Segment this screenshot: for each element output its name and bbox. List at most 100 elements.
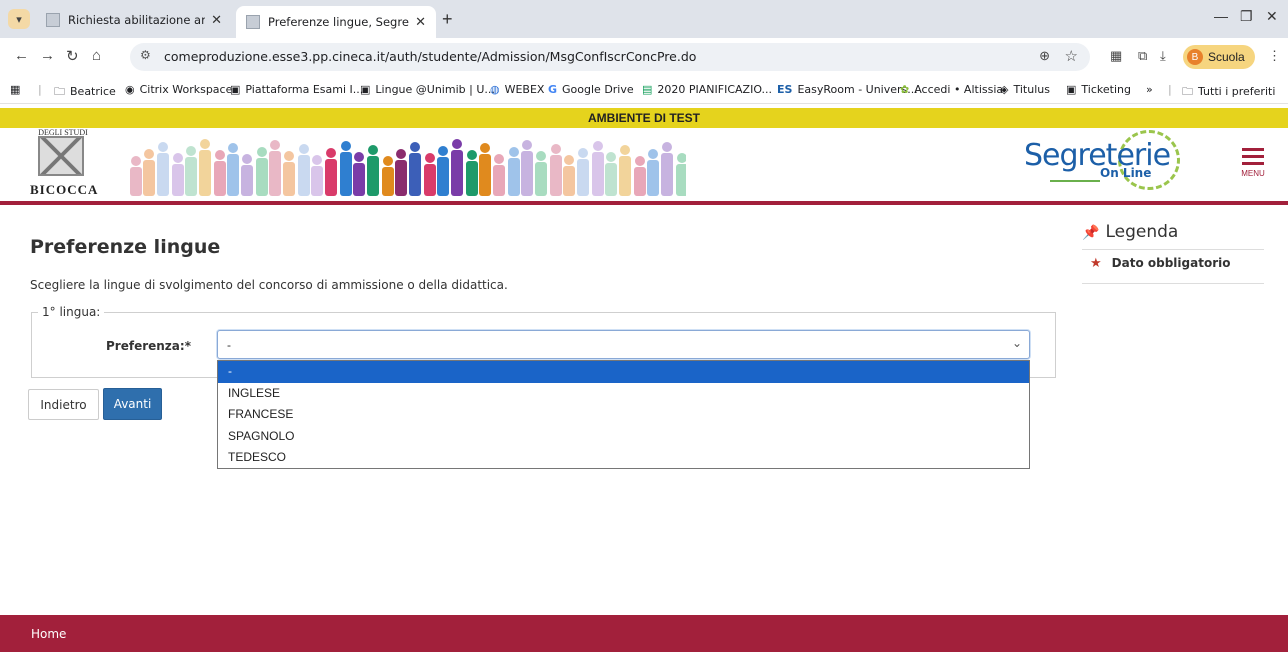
bookmark-item[interactable]: ◍ WEBEX (490, 83, 544, 96)
logo-bottom-text: BICOCCA (30, 182, 99, 197)
address-bar[interactable]: ⚙ comeproduzione.esse3.pp.cineca.it/auth… (130, 43, 1090, 71)
dropdown-option[interactable]: - (218, 361, 1029, 383)
apps-grid-icon[interactable]: ▦ (10, 83, 20, 96)
dropdown-option[interactable]: TEDESCO (218, 447, 1029, 469)
dropdown-option[interactable]: INGLESE (218, 383, 1029, 405)
bookmark-item[interactable]: ◈ Titulus (1000, 83, 1050, 96)
person-silhouette-icon (619, 145, 631, 196)
minimize-icon[interactable]: — (1214, 8, 1228, 24)
person-silhouette-icon (241, 154, 253, 196)
bookmark-item[interactable]: ▣ Piattaforma Esami I... (230, 83, 363, 96)
person-silhouette-icon (227, 143, 239, 196)
chevron-down-icon: ⌄ (1011, 336, 1022, 350)
person-silhouette-icon (353, 152, 365, 196)
sheets-icon: ▤ (642, 83, 653, 96)
browser-tabstrip: ▾ Richiesta abilitazione area test ✕ Pre… (0, 0, 1288, 38)
extensions-icon[interactable]: ⧉ (1138, 48, 1147, 64)
person-silhouette-icon (479, 143, 491, 196)
pin-icon: 📌 (1082, 225, 1100, 241)
easyroom-icon: ES (777, 83, 793, 96)
site-footer: Home (0, 615, 1288, 652)
hamburger-icon (1236, 148, 1270, 165)
close-tab-icon[interactable]: ✕ (415, 15, 426, 30)
bookmark-item[interactable]: ▣ Lingue @Unimib | U... (360, 83, 495, 96)
kebab-menu-icon[interactable]: ⋮ (1268, 48, 1281, 64)
person-silhouette-icon (409, 142, 421, 196)
google-icon: G (548, 83, 558, 96)
folder-icon: 🗀 (1182, 85, 1193, 98)
person-silhouette-icon (493, 154, 505, 196)
person-silhouette-icon (130, 156, 142, 196)
person-silhouette-icon (647, 149, 659, 196)
preference-label: Preferenza:* (106, 339, 191, 353)
legend-required-text: Dato obbligatorio (1111, 256, 1231, 270)
reload-icon[interactable]: ↻ (66, 47, 79, 65)
bookmark-item[interactable]: ES EasyRoom - Univers... (777, 83, 918, 96)
person-silhouette-icon (451, 139, 463, 196)
crowd-illustration (130, 139, 686, 196)
bookmark-item[interactable]: ▤ 2020 PIANIFICAZIO... (642, 83, 772, 96)
bookmark-item[interactable]: ◉ Citrix Workspace (125, 83, 232, 96)
language-select[interactable]: - ⌄ (217, 330, 1030, 359)
dropdown-option[interactable]: SPAGNOLO (218, 426, 1029, 448)
person-silhouette-icon (577, 148, 589, 196)
url-text[interactable]: comeproduzione.esse3.pp.cineca.it/auth/s… (164, 49, 696, 64)
logo-arrow-icon (1050, 180, 1100, 182)
folder-icon: 🗀 (54, 85, 65, 98)
person-silhouette-icon (634, 156, 646, 196)
select-value: - (227, 338, 231, 352)
bookmark-item[interactable]: ▣ Ticketing (1066, 83, 1131, 96)
download-icon[interactable]: ⤓ (1160, 48, 1166, 64)
instructions-text: Scegliere la lingue di svolgimento del c… (30, 278, 508, 292)
page-icon: ▣ (230, 83, 241, 96)
person-silhouette-icon (437, 146, 449, 196)
person-silhouette-icon (269, 140, 281, 196)
person-silhouette-icon (185, 146, 197, 196)
person-silhouette-icon (676, 153, 686, 196)
bookmark-item[interactable]: G Google Drive (548, 83, 634, 96)
person-silhouette-icon (199, 139, 211, 196)
required-star-icon: ★ (1090, 256, 1102, 271)
menu-button[interactable]: MENU (1236, 148, 1270, 188)
bookmark-item[interactable]: ✿ Accedi • Altissia (900, 83, 1003, 96)
segreterie-online-logo[interactable]: Segreterie On Line (1020, 130, 1180, 198)
site-info-icon[interactable]: ⚙ (140, 48, 151, 62)
person-silhouette-icon (592, 141, 604, 196)
person-silhouette-icon (605, 152, 617, 196)
page-icon: ▣ (360, 83, 371, 96)
bookmark-star-icon[interactable]: ☆ (1065, 47, 1078, 65)
logo-emblem-icon (38, 136, 84, 176)
more-bookmarks-button[interactable]: » (1146, 83, 1153, 96)
restore-icon[interactable]: ❐ (1240, 8, 1253, 25)
bookmark-item[interactable]: 🗀 Beatrice (54, 83, 116, 102)
person-silhouette-icon (521, 140, 533, 196)
logo-subword: On Line (1100, 166, 1152, 180)
browser-tab-active[interactable]: Preferenze lingue, Segreterie O ✕ (236, 6, 436, 38)
new-tab-icon[interactable]: + (442, 9, 453, 30)
person-silhouette-icon (424, 153, 436, 196)
forward-arrow-icon[interactable]: → (40, 47, 55, 64)
person-silhouette-icon (325, 148, 337, 196)
dropdown-option[interactable]: FRANCESE (218, 404, 1029, 426)
footer-home-link[interactable]: Home (31, 627, 66, 641)
unimib-logo[interactable]: DEGLI STUDI BICOCCA (30, 128, 99, 200)
window-close-icon[interactable]: ✕ (1266, 8, 1278, 25)
person-silhouette-icon (340, 141, 352, 196)
tab-search-button[interactable]: ▾ (8, 9, 30, 29)
profile-button[interactable]: B Scuola (1183, 45, 1255, 69)
page-favicon-icon (246, 15, 260, 29)
zoom-icon[interactable]: ⊕ (1039, 48, 1050, 64)
bookmarks-divider: | (1168, 83, 1172, 96)
back-button[interactable]: Indietro (28, 389, 99, 420)
person-silhouette-icon (256, 147, 268, 196)
person-silhouette-icon (367, 145, 379, 196)
translate-icon[interactable]: ▦ (1110, 48, 1122, 64)
close-tab-icon[interactable]: ✕ (211, 13, 222, 28)
all-bookmarks-button[interactable]: 🗀 Tutti i preferiti (1182, 83, 1275, 102)
tab-title: Richiesta abilitazione area test (68, 13, 206, 27)
browser-tab[interactable]: Richiesta abilitazione area test ✕ (36, 6, 232, 34)
person-silhouette-icon (311, 155, 323, 196)
back-arrow-icon[interactable]: ← (14, 47, 29, 64)
home-icon[interactable]: ⌂ (92, 47, 101, 64)
next-button[interactable]: Avanti (103, 388, 162, 420)
